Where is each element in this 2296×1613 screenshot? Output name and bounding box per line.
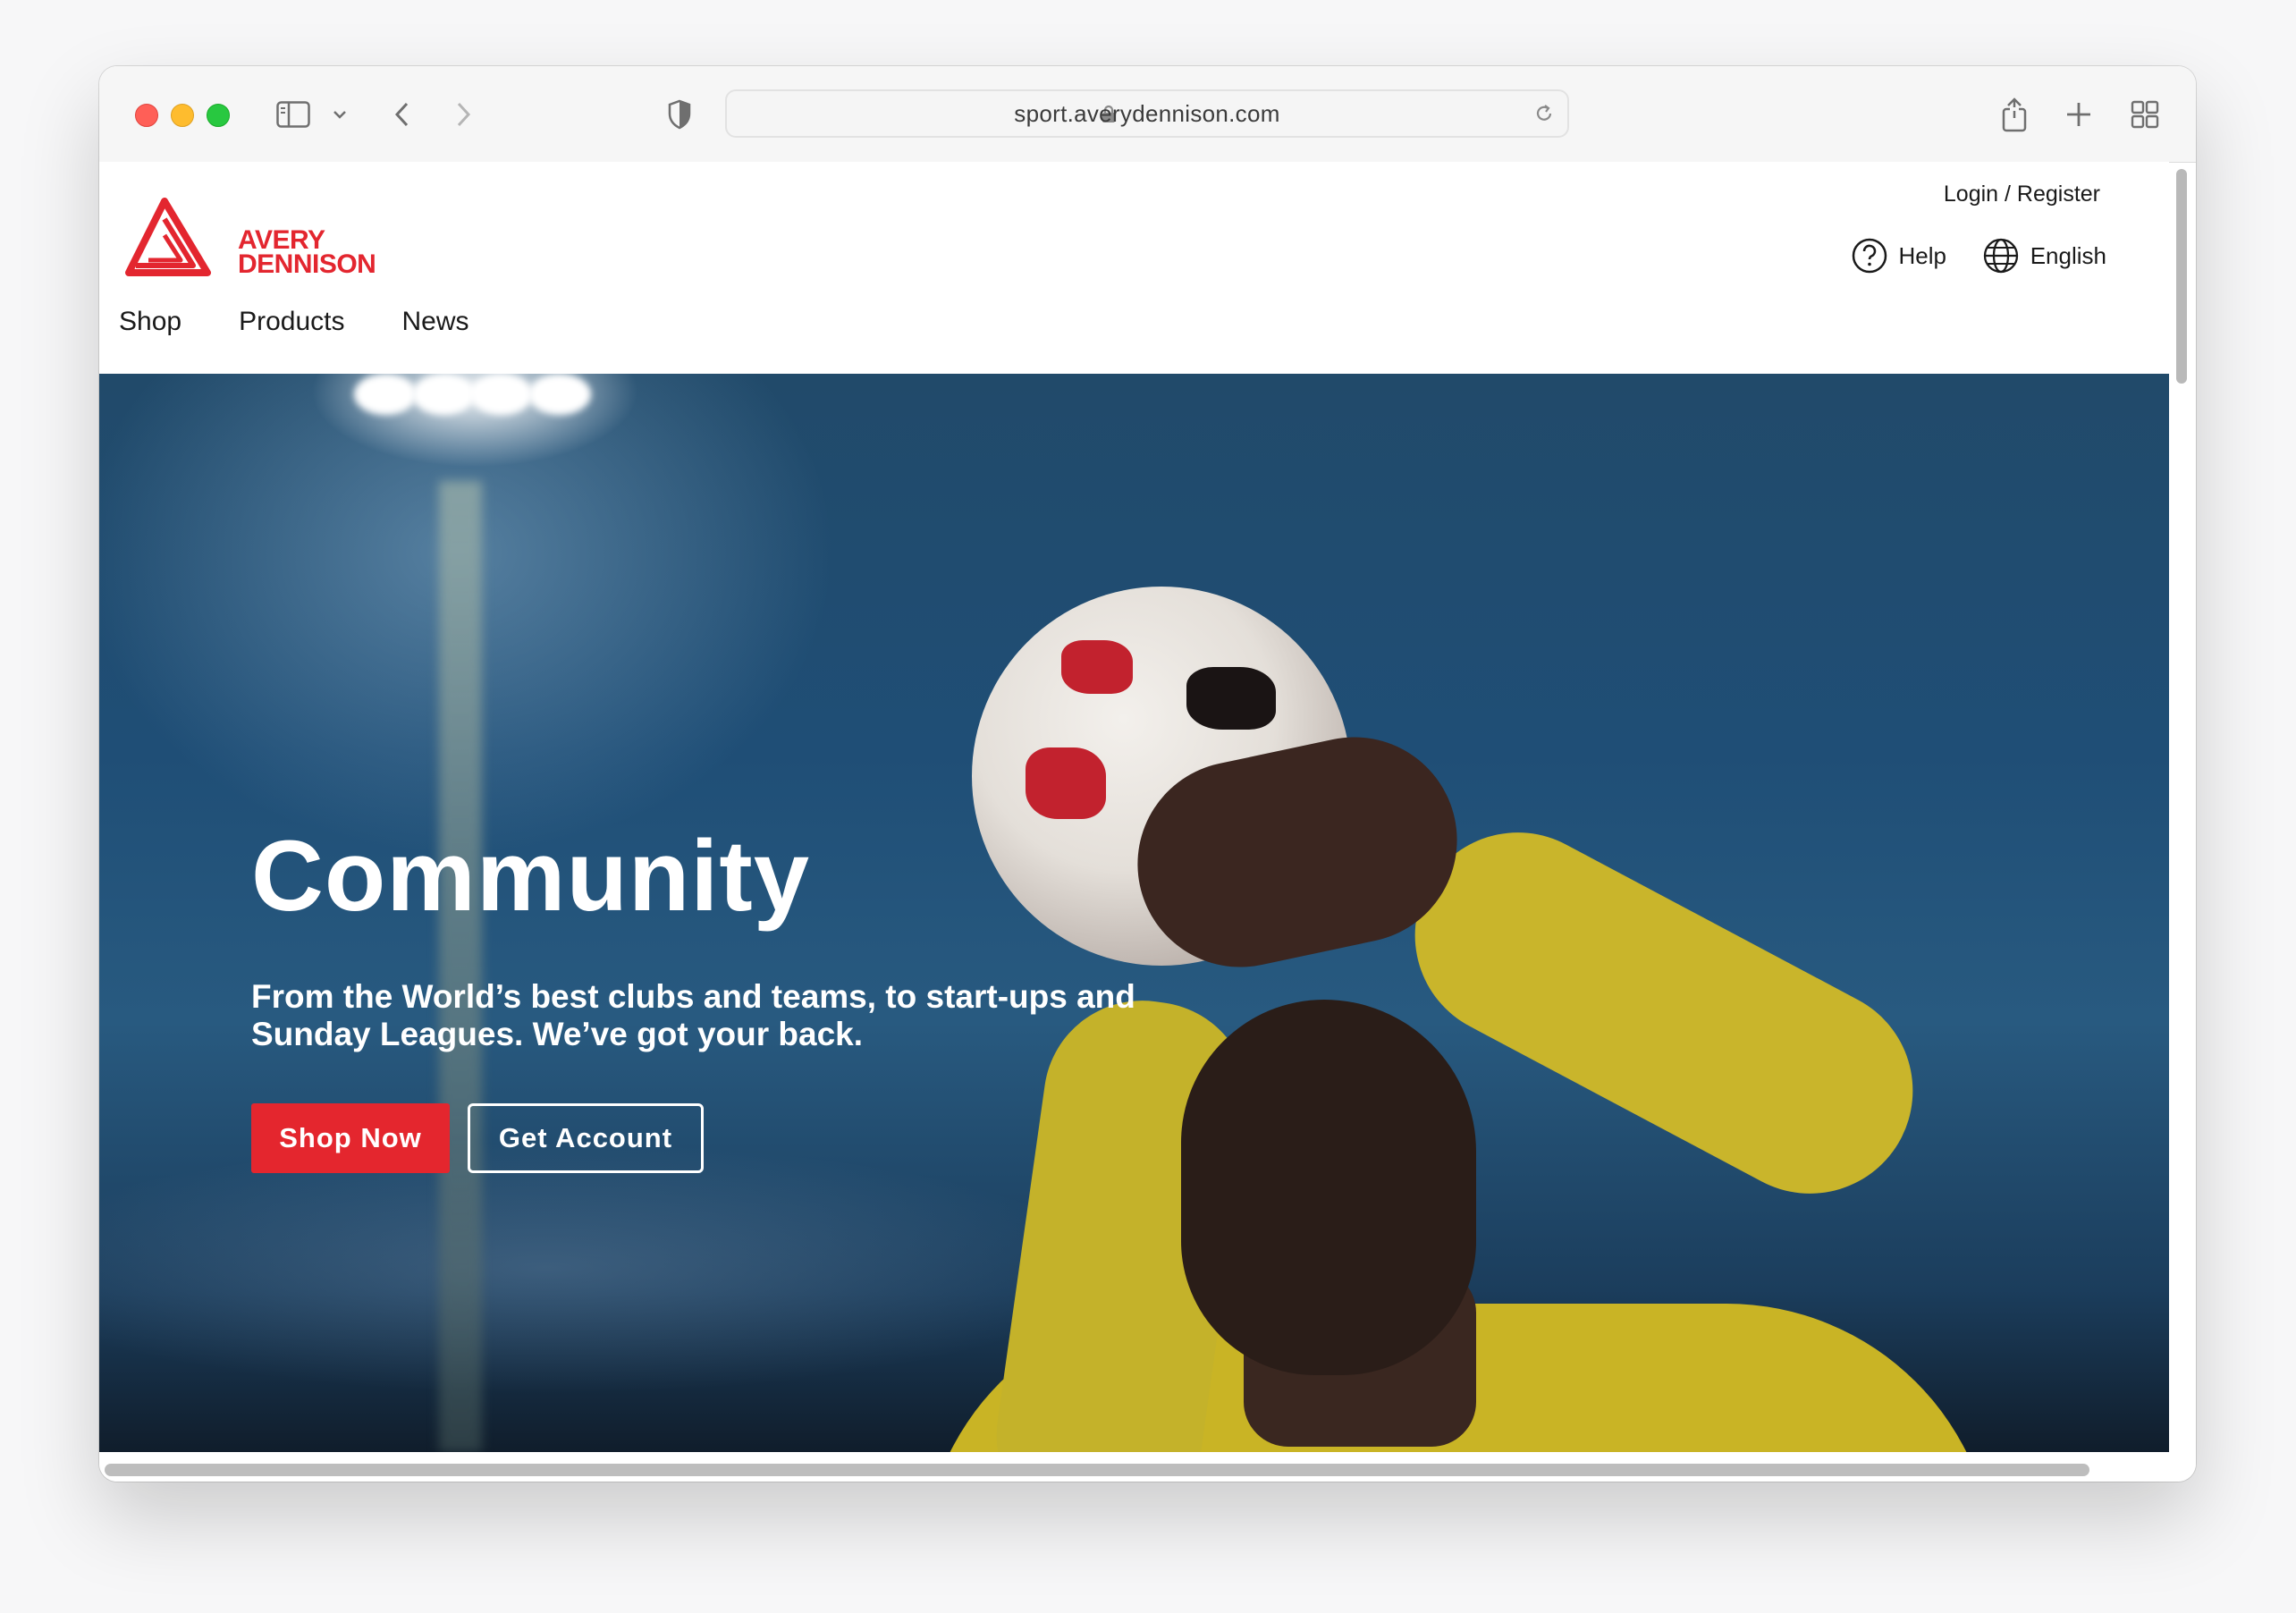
url-text: sport.averydennison.com — [1014, 100, 1280, 127]
privacy-shield-icon[interactable] — [664, 95, 695, 134]
minimize-window-button[interactable] — [171, 104, 194, 127]
shop-now-button[interactable]: Shop Now — [251, 1103, 450, 1173]
help-icon — [1852, 238, 1887, 274]
hero-title: Community — [251, 820, 810, 932]
page-content: AVERY DENNISON Shop Products News Login … — [99, 162, 2169, 1452]
player-head — [1181, 1000, 1476, 1375]
hero-actions: Shop Now Get Account — [251, 1103, 704, 1173]
avery-dennison-logo[interactable]: AVERY DENNISON — [123, 198, 376, 278]
login-register-link[interactable]: Login / Register — [1944, 182, 2100, 207]
reload-icon[interactable] — [1533, 102, 1555, 125]
floodlight-lamp — [354, 374, 417, 415]
share-icon[interactable] — [1998, 95, 2030, 134]
hero-copy: Community From the World’s best clubs an… — [251, 823, 1163, 1053]
hero-banner: Community From the World’s best clubs an… — [99, 374, 2169, 1452]
nav-item-shop[interactable]: Shop — [119, 307, 181, 337]
nav-item-products[interactable]: Products — [239, 307, 344, 337]
ball-patch — [1061, 640, 1133, 694]
ball-patch — [1186, 667, 1276, 730]
horizontal-scrollbar-track — [99, 1452, 2196, 1482]
get-account-button[interactable]: Get Account — [468, 1103, 704, 1173]
floodlight-lamp — [470, 374, 533, 415]
horizontal-scrollbar[interactable] — [105, 1464, 2089, 1476]
tab-overview-icon[interactable] — [2129, 95, 2161, 134]
help-link[interactable]: Help — [1851, 237, 1946, 274]
globe-icon — [1983, 238, 2018, 274]
main-nav: Shop Products News — [119, 307, 468, 337]
hero-subtitle: From the World’s best clubs and teams, t… — [251, 978, 1135, 1052]
logo-triangle-icon — [125, 198, 211, 276]
chevron-down-icon[interactable] — [329, 95, 350, 134]
close-window-button[interactable] — [135, 104, 158, 127]
language-selector[interactable]: English — [1982, 237, 2106, 274]
floodlight-lamp — [412, 374, 475, 415]
logo-wordmark: AVERY DENNISON — [238, 225, 376, 279]
site-header: AVERY DENNISON Shop Products News Login … — [99, 162, 2169, 374]
vertical-scrollbar[interactable] — [2176, 169, 2187, 384]
sidebar-icon[interactable] — [274, 95, 313, 134]
nav-item-news[interactable]: News — [401, 307, 468, 337]
new-tab-icon[interactable] — [2063, 95, 2095, 134]
browser-toolbar: sport.averydennison.com — [99, 66, 2196, 163]
back-icon[interactable] — [387, 95, 416, 134]
logo-line-1: AVERY — [238, 225, 325, 255]
language-label: English — [2030, 241, 2106, 269]
forward-icon[interactable] — [450, 95, 478, 134]
zoom-window-button[interactable] — [207, 104, 230, 127]
browser-window: sport.averydennison.com AVERY DENNISON S… — [99, 66, 2196, 1482]
address-bar[interactable]: sport.averydennison.com — [725, 89, 1569, 138]
help-label: Help — [1898, 241, 1946, 269]
logo-line-2: DENNISON — [238, 249, 376, 279]
ball-patch — [1026, 747, 1106, 819]
floodlight-lamp — [528, 374, 591, 415]
